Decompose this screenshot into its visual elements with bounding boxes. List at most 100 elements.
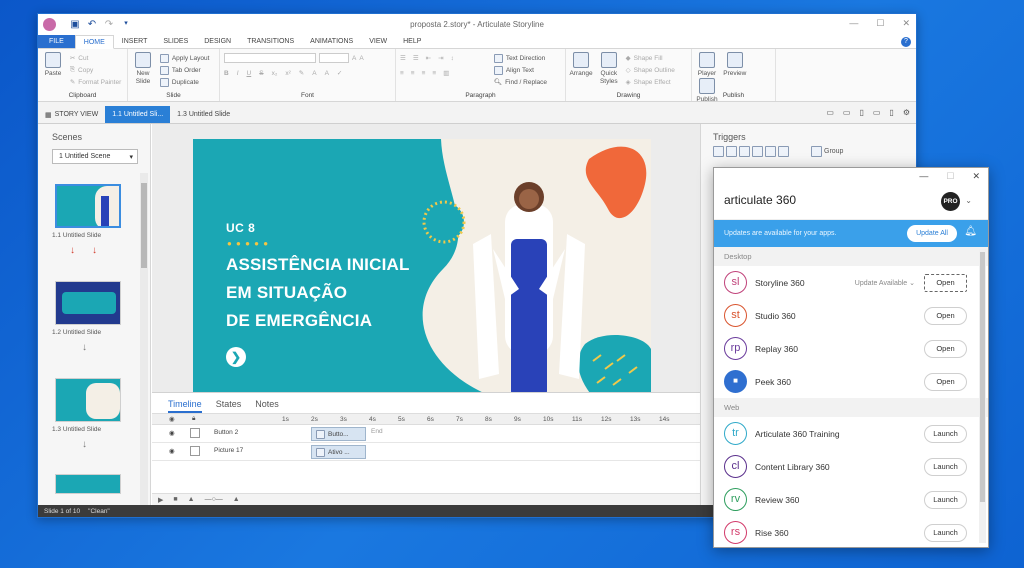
player-button[interactable]: Player <box>696 52 718 78</box>
numbering-icon[interactable]: ☰ <box>413 54 419 62</box>
eye-icon[interactable]: ◉ <box>169 429 175 437</box>
tab-transitions[interactable]: TRANSITIONS <box>239 35 302 48</box>
clear-format-icon[interactable]: A <box>325 70 329 77</box>
tab-slide-1-3[interactable]: 1.3 Untitled Slide <box>170 106 237 123</box>
tab-home[interactable]: HOME <box>74 35 114 49</box>
zoom-in-icon[interactable]: ▲ <box>233 496 240 503</box>
open-button[interactable]: Open <box>924 273 967 292</box>
play-icon[interactable]: ▶ <box>158 496 163 504</box>
superscript-icon[interactable]: x² <box>285 70 290 77</box>
shrink-font-icon[interactable]: A <box>359 55 363 62</box>
zoom-out-icon[interactable]: ▲ <box>188 496 195 503</box>
tab-states[interactable]: States <box>216 399 242 413</box>
scenes-scrollbar[interactable] <box>140 173 148 505</box>
align-center-icon[interactable]: ≡ <box>411 70 415 77</box>
update-available-dropdown[interactable]: Update Available ⌄ <box>855 279 915 287</box>
cut-button[interactable]: ✂ Cut <box>70 52 121 64</box>
tab-insert[interactable]: INSERT <box>114 35 156 48</box>
timeline-row[interactable]: ◉ Picture 17 Ativo ... <box>152 443 700 461</box>
apply-layout-button[interactable]: Apply Layout <box>159 52 209 64</box>
open-button[interactable]: Open <box>924 339 967 358</box>
find-replace-button[interactable]: 🔍︎ Find / Replace <box>494 76 547 88</box>
update-all-button[interactable]: Update All <box>907 225 957 242</box>
tab-slide-1-1[interactable]: 1.1 Untitled Sli... <box>105 106 171 123</box>
align-right-icon[interactable]: ≡ <box>422 70 426 77</box>
slide-thumbnail-1-1[interactable] <box>55 184 121 228</box>
format-painter-button[interactable]: ✎ Format Painter <box>70 76 121 88</box>
tab-timeline[interactable]: Timeline <box>168 399 202 413</box>
undo-icon[interactable]: ↶ <box>87 19 97 30</box>
preview-button[interactable]: Preview <box>723 52 746 78</box>
paste-trigger-icon[interactable] <box>752 146 763 157</box>
tab-help[interactable]: HELP <box>395 35 429 48</box>
tab-animations[interactable]: ANIMATIONS <box>302 35 361 48</box>
scene-select[interactable]: 1 Untitled Scene ▾ <box>52 149 138 164</box>
grow-font-icon[interactable]: A <box>352 55 356 62</box>
shape-outline-button[interactable]: ◇ Shape Outline <box>626 64 675 76</box>
align-left-icon[interactable]: ≡ <box>400 70 404 77</box>
timeline-object-bar[interactable]: Butto... <box>311 427 366 441</box>
justify-icon[interactable]: ≡ <box>432 70 436 77</box>
slide-thumbnail-next[interactable] <box>55 474 121 494</box>
tab-design[interactable]: DESIGN <box>196 35 239 48</box>
outdent-icon[interactable]: ⇤ <box>426 54 431 62</box>
arrange-button[interactable]: Arrange <box>569 52 593 78</box>
align-text-button[interactable]: Align Text <box>493 64 547 76</box>
chevron-down-icon[interactable]: ⌄ <box>965 196 972 205</box>
launch-button[interactable]: Launch <box>924 490 967 509</box>
copy-trigger-icon[interactable] <box>739 146 750 157</box>
paste-button[interactable]: Paste <box>42 52 64 78</box>
bold-icon[interactable]: B <box>224 70 229 77</box>
new-slide-button[interactable]: New Slide <box>132 52 154 86</box>
italic-icon[interactable]: I <box>237 70 239 77</box>
maximize-icon[interactable]: ☐ <box>876 18 884 29</box>
tab-order-button[interactable]: Tab Order <box>159 64 210 76</box>
minimize-icon[interactable]: — <box>849 18 858 29</box>
open-button[interactable]: Open <box>924 306 967 325</box>
launch-button[interactable]: Launch <box>924 457 967 476</box>
tab-file[interactable]: FILE <box>38 35 75 48</box>
edit-trigger-icon[interactable] <box>726 146 737 157</box>
font-size-select[interactable] <box>319 53 349 63</box>
timeline-row[interactable]: ◉ Button 2 Butto... End <box>152 425 700 443</box>
publish-button[interactable]: Publish <box>696 78 718 104</box>
underline-icon[interactable]: U <box>247 70 252 77</box>
avatar[interactable]: PRO <box>941 192 960 211</box>
delete-trigger-icon[interactable] <box>765 146 776 157</box>
indent-icon[interactable]: ⇥ <box>438 54 443 62</box>
desktop-icon[interactable]: ▭ <box>826 108 834 117</box>
bell-icon[interactable]: 🔔︎ <box>964 226 977 237</box>
tab-notes[interactable]: Notes <box>255 399 279 413</box>
quick-styles-button[interactable]: Quick Styles <box>598 52 620 86</box>
phone-portrait-icon[interactable]: ▯ <box>889 108 893 117</box>
zoom-slider[interactable]: —○— <box>205 496 223 503</box>
timeline-object-bar[interactable]: Ativo ... <box>311 445 366 459</box>
tab-story-view[interactable]: ▦ STORY VIEW <box>38 106 105 123</box>
subscript-icon[interactable]: x₂ <box>272 70 278 77</box>
line-spacing-icon[interactable]: ↕ <box>451 55 454 62</box>
move-trigger-icon[interactable] <box>778 146 789 157</box>
group-checkbox[interactable] <box>811 146 822 157</box>
highlight-icon[interactable]: ✎ <box>299 69 304 77</box>
maximize-icon[interactable]: ☐ <box>946 171 954 182</box>
shape-fill-button[interactable]: ◆ Shape Fill <box>626 52 675 64</box>
save-icon[interactable]: ▣ <box>70 19 80 30</box>
copy-button[interactable]: ⎘ Copy <box>70 64 121 76</box>
tab-view[interactable]: VIEW <box>361 35 395 48</box>
tab-slides[interactable]: SLIDES <box>155 35 196 48</box>
duplicate-button[interactable]: Duplicate <box>159 76 210 88</box>
launch-button[interactable]: Launch <box>924 424 967 443</box>
spellcheck-icon[interactable]: ✓ <box>337 69 342 77</box>
slide-thumbnail-1-3[interactable] <box>55 378 121 422</box>
close-icon[interactable]: ✕ <box>902 18 910 29</box>
slide-thumbnail-1-2[interactable] <box>55 281 121 325</box>
apps-scrollbar[interactable] <box>979 249 986 543</box>
columns-icon[interactable]: ▥ <box>443 69 449 77</box>
minimize-icon[interactable]: — <box>919 171 928 182</box>
help-icon[interactable]: ? <box>901 36 911 47</box>
shape-effect-button[interactable]: ◈ Shape Effect <box>626 76 675 88</box>
close-icon[interactable]: ✕ <box>972 171 980 182</box>
strike-icon[interactable]: S <box>259 70 263 77</box>
eye-icon[interactable]: ◉ <box>169 447 175 455</box>
bullets-icon[interactable]: ☰ <box>400 54 406 62</box>
